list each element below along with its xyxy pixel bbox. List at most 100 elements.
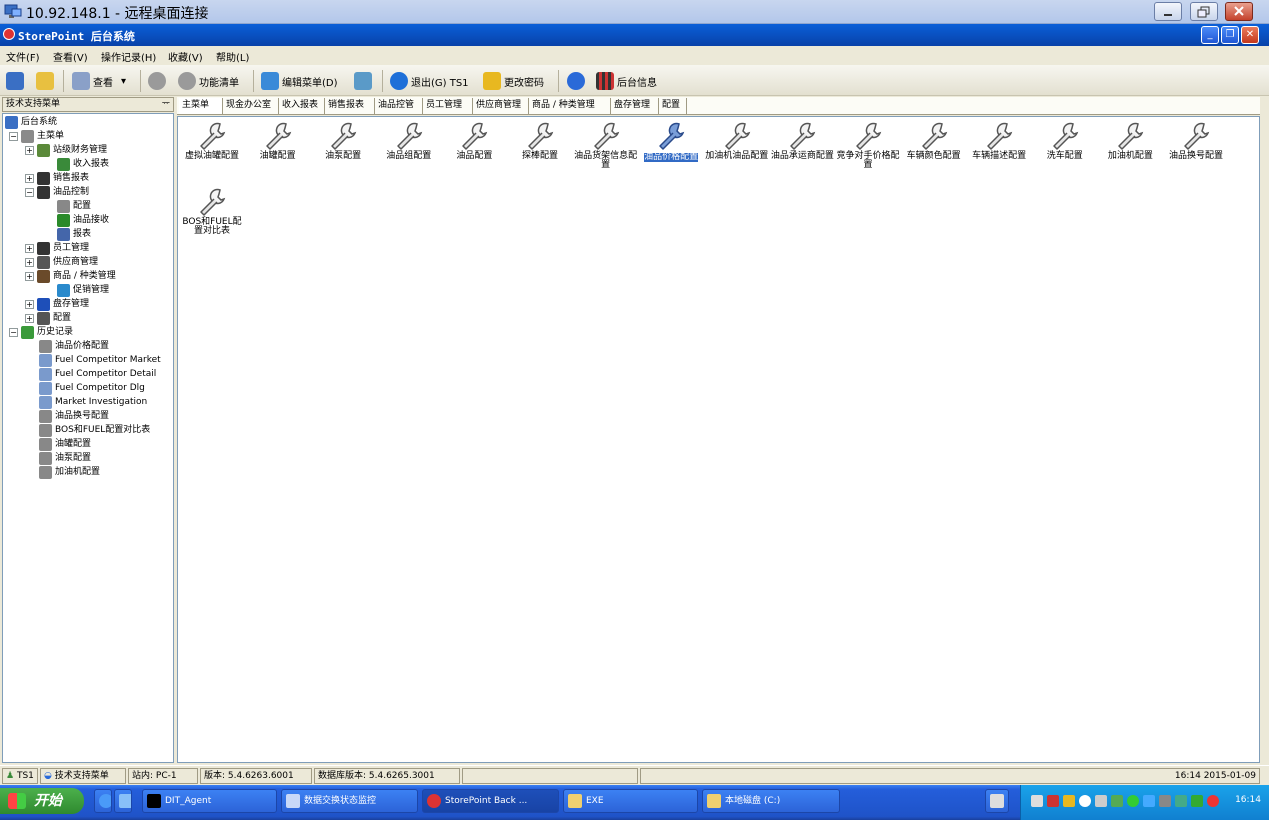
backend-info-button[interactable]: 后台信息 xyxy=(596,71,657,91)
tab-9[interactable]: 配置 xyxy=(659,98,687,114)
tab-8[interactable]: 盘存管理 xyxy=(611,98,659,114)
tree-expander[interactable]: + xyxy=(25,271,34,281)
tree-item[interactable]: Market Investigation xyxy=(39,395,147,409)
tree-item[interactable]: + 盘存管理 xyxy=(25,297,89,311)
tree-item[interactable]: 油品换号配置 xyxy=(39,409,109,423)
function-tile[interactable]: 加油机油品配置 xyxy=(705,119,769,177)
computer-tool-button[interactable] xyxy=(6,71,27,91)
function-tile[interactable]: 油品承运商配置 xyxy=(770,119,834,177)
quicklaunch-ie[interactable] xyxy=(94,789,112,813)
about-button[interactable] xyxy=(567,71,588,91)
tree-item[interactable]: 收入报表 xyxy=(57,157,109,171)
tray-alert-icon[interactable] xyxy=(1207,795,1219,807)
tree-item[interactable]: BOS和FUEL配置对比表 xyxy=(39,423,150,437)
rdp-close-button[interactable] xyxy=(1225,2,1253,21)
tray-sync-icon[interactable] xyxy=(1111,795,1123,807)
tray-printer-icon[interactable] xyxy=(1159,795,1171,807)
tray-clock-icon[interactable] xyxy=(1079,795,1091,807)
function-tile[interactable]: 车辆描述配置 xyxy=(967,119,1031,177)
tree-item[interactable]: + 商品 / 种类管理 xyxy=(25,269,116,283)
task-local-disk[interactable]: 本地磁盘 (C:) xyxy=(702,789,840,813)
task-exe-folder[interactable]: EXE xyxy=(563,789,698,813)
pin-icon[interactable]: ᅲ xyxy=(162,98,170,111)
tree-item[interactable]: 油品接收 xyxy=(57,213,109,227)
tree-item[interactable]: + 配置 xyxy=(25,311,71,325)
settings-tool-button[interactable] xyxy=(148,71,169,91)
rdp-minimize-button[interactable] xyxy=(1154,2,1182,21)
function-tile[interactable]: 洗车配置 xyxy=(1033,119,1097,177)
keyboard-tray[interactable] xyxy=(985,789,1009,813)
tree-expander[interactable]: + xyxy=(25,173,34,183)
tray-globe-icon[interactable] xyxy=(1127,795,1139,807)
change-password-button[interactable]: 更改密码 xyxy=(483,71,544,91)
tree-expander[interactable]: − xyxy=(9,327,18,337)
tray-refresh-icon[interactable] xyxy=(1191,795,1203,807)
tab-3[interactable]: 销售报表 xyxy=(325,98,375,114)
task-data-monitor[interactable]: 数据交换状态监控 xyxy=(281,789,418,813)
tab-0[interactable]: 主菜单 xyxy=(179,98,223,114)
favorites-tool-button[interactable] xyxy=(36,71,57,91)
tree-item[interactable]: Fuel Competitor Market xyxy=(39,353,161,367)
function-tile[interactable]: 油罐配置 xyxy=(246,119,310,177)
tree-item[interactable]: 加油机配置 xyxy=(39,465,100,479)
task-storepoint[interactable]: StorePoint Back ... xyxy=(422,789,559,813)
menu-favorites[interactable]: 收藏(V) xyxy=(168,49,203,64)
quicklaunch-desktop[interactable] xyxy=(114,789,132,813)
tree-item[interactable]: + 销售报表 xyxy=(25,171,89,185)
tab-2[interactable]: 收入报表 xyxy=(279,98,325,114)
menu-help[interactable]: 帮助(L) xyxy=(216,49,249,64)
function-list-button[interactable]: 功能清单 xyxy=(178,71,239,91)
tree-item[interactable]: − 油品控制 xyxy=(25,185,89,199)
tree-item[interactable]: 油泵配置 xyxy=(39,451,91,465)
function-tile[interactable]: 油品配置 xyxy=(442,119,506,177)
function-tile[interactable]: 油品换号配置 xyxy=(1164,119,1228,177)
tray-app-icon[interactable] xyxy=(1047,795,1059,807)
tray-star-icon[interactable] xyxy=(1143,795,1155,807)
app-restore-button[interactable]: ❐ xyxy=(1221,26,1239,44)
tree-expander[interactable]: + xyxy=(25,299,34,309)
tree-expander[interactable]: + xyxy=(25,145,34,155)
tree-item[interactable]: 油罐配置 xyxy=(39,437,91,451)
function-tile[interactable]: 虚拟油罐配置 xyxy=(180,119,244,177)
tab-1[interactable]: 现金办公室 xyxy=(223,98,279,114)
tree-expander[interactable]: + xyxy=(25,243,34,253)
rdp-restore-button[interactable] xyxy=(1190,2,1218,21)
function-tile[interactable]: 油泵配置 xyxy=(311,119,375,177)
tab-5[interactable]: 员工管理 xyxy=(423,98,473,114)
exit-button[interactable]: 退出(G) TS1 xyxy=(390,71,469,91)
tray-network-icon[interactable] xyxy=(1031,795,1043,807)
app-close-button[interactable]: ✕ xyxy=(1241,26,1259,44)
function-tile[interactable]: 油品价格配置 xyxy=(639,119,703,177)
tree-item[interactable]: 后台系统 xyxy=(5,115,57,129)
menu-view[interactable]: 查看(V) xyxy=(53,49,88,64)
tree-item[interactable]: + 站级财务管理 xyxy=(25,143,107,157)
tree-item[interactable]: + 员工管理 xyxy=(25,241,89,255)
tray-shield-icon[interactable] xyxy=(1175,795,1187,807)
function-tile[interactable]: 油品组配置 xyxy=(377,119,441,177)
menu-file[interactable]: 文件(F) xyxy=(6,49,40,64)
tree-expander[interactable]: + xyxy=(25,257,34,267)
tree-item[interactable]: − 历史记录 xyxy=(9,325,73,339)
app-minimize-button[interactable]: _ xyxy=(1201,26,1219,44)
function-tile[interactable]: 探棒配置 xyxy=(508,119,572,177)
tree-item[interactable]: Fuel Competitor Detail xyxy=(39,367,156,381)
tree-item[interactable]: 报表 xyxy=(57,227,91,241)
function-tile[interactable]: BOS和FUEL配置对比表 xyxy=(180,185,244,243)
view-button[interactable]: 查看 ▾ xyxy=(72,71,126,91)
tab-4[interactable]: 油品控管 xyxy=(375,98,423,114)
tree-expander[interactable]: − xyxy=(9,131,18,141)
tree-item[interactable]: 促销管理 xyxy=(57,283,109,297)
tree-item[interactable]: + 供应商管理 xyxy=(25,255,98,269)
tree-item[interactable]: 油品价格配置 xyxy=(39,339,109,353)
tree-item[interactable]: 配置 xyxy=(57,199,91,213)
start-button[interactable]: 开始 xyxy=(0,788,84,814)
function-tile[interactable]: 竞争对手价格配置 xyxy=(836,119,900,177)
function-tile[interactable]: 车辆颜色配置 xyxy=(902,119,966,177)
tree-item[interactable]: Fuel Competitor Dlg xyxy=(39,381,145,395)
tray-db-icon[interactable] xyxy=(1063,795,1075,807)
tree-expander[interactable]: + xyxy=(25,313,34,323)
function-tile[interactable]: 油品货架信息配置 xyxy=(574,119,638,177)
menu-history[interactable]: 操作记录(H) xyxy=(101,49,156,64)
tab-6[interactable]: 供应商管理 xyxy=(473,98,529,114)
function-tile[interactable]: 加油机配置 xyxy=(1098,119,1162,177)
